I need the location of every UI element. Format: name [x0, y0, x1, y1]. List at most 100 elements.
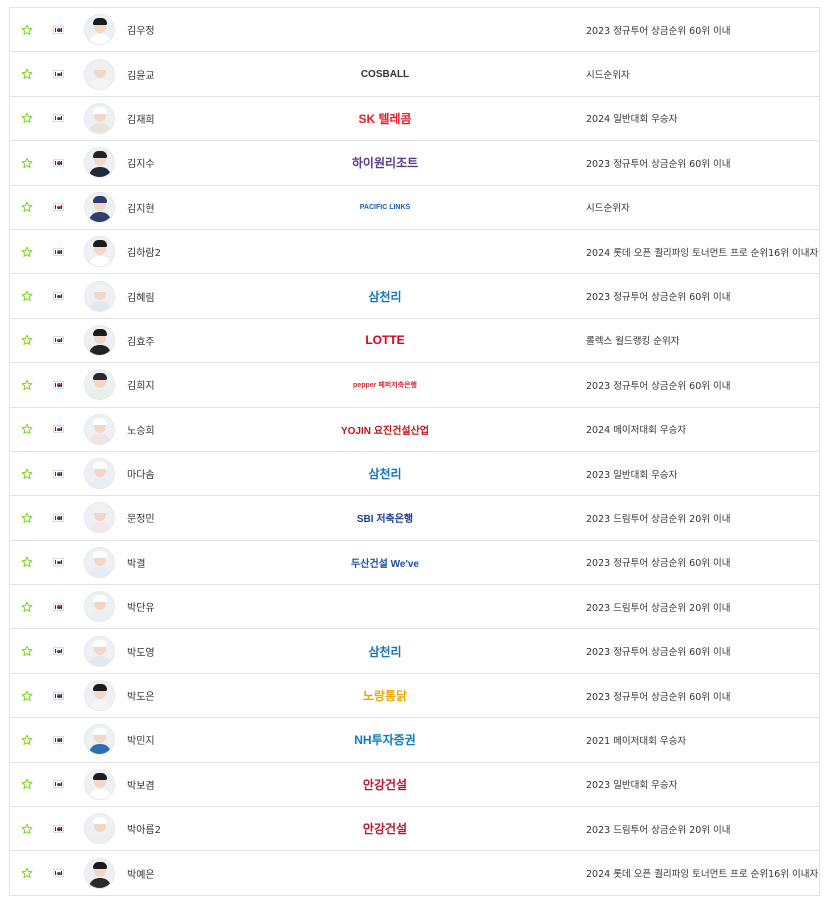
korea-flag-icon: [53, 558, 64, 567]
favorite-star-icon[interactable]: [21, 556, 33, 568]
player-name[interactable]: 박도은: [127, 688, 155, 703]
player-photo[interactable]: [84, 857, 115, 889]
korea-flag-icon: [53, 25, 64, 34]
player-name[interactable]: 김우정: [127, 22, 155, 37]
table-row: 김윤교 COSBALL 시드순위자: [10, 52, 819, 97]
favorite-star-icon[interactable]: [21, 423, 33, 435]
favorite-star-icon[interactable]: [21, 68, 33, 80]
korea-flag-icon: [53, 158, 64, 167]
qualification-text: 시드순위자: [586, 203, 630, 215]
player-photo[interactable]: [84, 14, 115, 46]
favorite-star-icon[interactable]: [21, 823, 33, 835]
player-photo[interactable]: [84, 324, 115, 356]
player-name[interactable]: 박예은: [127, 866, 155, 881]
table-row: 박아름2 안강건설 2023 드림투어 상금순위 20위 이내: [10, 807, 819, 852]
qualification-text: 2023 정규투어 상금순위 60위 이내: [586, 25, 731, 37]
player-name[interactable]: 김효주: [127, 333, 155, 348]
player-name[interactable]: 문정민: [127, 510, 155, 525]
player-name[interactable]: 김지현: [127, 200, 155, 215]
qualification-text: 2024 롯데 오픈 퀄리파잉 토너먼트 프로 순위16위 이내자: [586, 869, 819, 881]
player-name[interactable]: 박아름2: [127, 821, 161, 836]
favorite-star-icon[interactable]: [21, 468, 33, 480]
favorite-star-icon[interactable]: [21, 201, 33, 213]
player-photo[interactable]: [84, 591, 115, 623]
player-name[interactable]: 박보겸: [127, 777, 155, 792]
sponsor-logo: pepper 페퍼저축은행: [353, 381, 417, 389]
player-name[interactable]: 박단유: [127, 599, 155, 614]
sponsor-logo: 삼천리: [368, 467, 402, 482]
player-name[interactable]: 박민지: [127, 732, 155, 747]
player-photo[interactable]: [84, 458, 115, 490]
korea-flag-icon: [53, 203, 64, 212]
player-photo[interactable]: [84, 546, 115, 578]
qualification-text: 2023 정규투어 상금순위 60위 이내: [586, 292, 731, 304]
favorite-star-icon[interactable]: [21, 690, 33, 702]
player-name[interactable]: 김재희: [127, 111, 155, 126]
player-name[interactable]: 마다솜: [127, 466, 155, 481]
korea-flag-icon: [53, 602, 64, 611]
player-photo[interactable]: [84, 768, 115, 800]
favorite-star-icon[interactable]: [21, 157, 33, 169]
player-photo[interactable]: [84, 280, 115, 312]
favorite-star-icon[interactable]: [21, 290, 33, 302]
qualification-text: 2021 메이저대회 우승자: [586, 735, 687, 747]
sponsor-logo: 노랑통닭: [362, 689, 408, 704]
player-photo[interactable]: [84, 413, 115, 445]
favorite-star-icon[interactable]: [21, 334, 33, 346]
table-row: 노승희 YOJIN 요진건설산업 2024 메이저대회 우승자: [10, 408, 819, 452]
player-photo[interactable]: [84, 147, 115, 179]
favorite-star-icon[interactable]: [21, 246, 33, 258]
korea-flag-icon: [53, 292, 64, 301]
qualification-text: 2023 드림투어 상금순위 20위 이내: [586, 824, 731, 836]
player-photo[interactable]: [84, 680, 115, 712]
favorite-star-icon[interactable]: [21, 379, 33, 391]
player-name[interactable]: 김윤교: [127, 67, 155, 82]
player-photo[interactable]: [84, 369, 115, 401]
table-row: 김지수 하이원리조트 2023 정규투어 상금순위 60위 이내: [10, 141, 819, 186]
qualification-text: 2024 롯데 오픈 퀄리파잉 토너먼트 프로 순위16위 이내자: [586, 247, 819, 259]
korea-flag-icon: [53, 824, 64, 833]
sponsor-logo: SBI 저축은행: [356, 514, 414, 526]
favorite-star-icon[interactable]: [21, 601, 33, 613]
favorite-star-icon[interactable]: [21, 867, 33, 879]
player-photo[interactable]: [84, 236, 115, 268]
sponsor-logo: LOTTE: [365, 333, 405, 348]
player-name[interactable]: 김하람2: [127, 244, 161, 259]
favorite-star-icon[interactable]: [21, 778, 33, 790]
korea-flag-icon: [53, 647, 64, 656]
player-photo[interactable]: [84, 813, 115, 845]
player-photo[interactable]: [84, 502, 115, 534]
player-name[interactable]: 김지수: [127, 155, 155, 170]
table-row: 박도은 노랑통닭 2023 정규투어 상금순위 60위 이내: [10, 674, 819, 719]
player-name[interactable]: 김희지: [127, 377, 155, 392]
sponsor-logo: 하이원리조트: [351, 156, 419, 171]
qualification-text: 2023 드림투어 상금순위 20위 이내: [586, 513, 731, 525]
player-name[interactable]: 박도영: [127, 644, 155, 659]
table-row: 박민지 NH투자증권 2021 메이저대회 우승자: [10, 718, 819, 763]
player-photo[interactable]: [84, 102, 115, 134]
player-table: 김우정 2023 정규투어 상금순위 60위 이내 김윤교 COSBALL 시드…: [9, 7, 820, 896]
player-photo[interactable]: [84, 724, 115, 756]
qualification-text: 2023 드림투어 상금순위 20위 이내: [586, 602, 731, 614]
sponsor-logo: NH투자증권: [354, 733, 416, 748]
favorite-star-icon[interactable]: [21, 734, 33, 746]
qualification-text: 2023 정규투어 상금순위 60위 이내: [586, 558, 731, 570]
qualification-text: 시드순위자: [586, 70, 630, 82]
player-photo[interactable]: [84, 635, 115, 667]
qualification-text: 2024 메이저대회 우승자: [586, 425, 687, 437]
table-row: 김우정 2023 정규투어 상금순위 60위 이내: [10, 8, 819, 53]
player-name[interactable]: 노승희: [127, 422, 155, 437]
player-photo[interactable]: [84, 191, 115, 223]
player-photo[interactable]: [84, 58, 115, 90]
favorite-star-icon[interactable]: [21, 112, 33, 124]
player-name[interactable]: 김혜림: [127, 289, 155, 304]
sponsor-logo: 삼천리: [368, 644, 402, 659]
favorite-star-icon[interactable]: [21, 645, 33, 657]
table-row: 김효주 LOTTE 롤렉스 월드랭킹 순위자: [10, 319, 819, 364]
favorite-star-icon[interactable]: [21, 512, 33, 524]
korea-flag-icon: [53, 425, 64, 434]
player-name[interactable]: 박결: [127, 555, 145, 570]
korea-flag-icon: [53, 869, 64, 878]
table-row: 박예은 2024 롯데 오픈 퀄리파잉 토너먼트 프로 순위16위 이내자: [10, 851, 819, 896]
favorite-star-icon[interactable]: [21, 24, 33, 36]
